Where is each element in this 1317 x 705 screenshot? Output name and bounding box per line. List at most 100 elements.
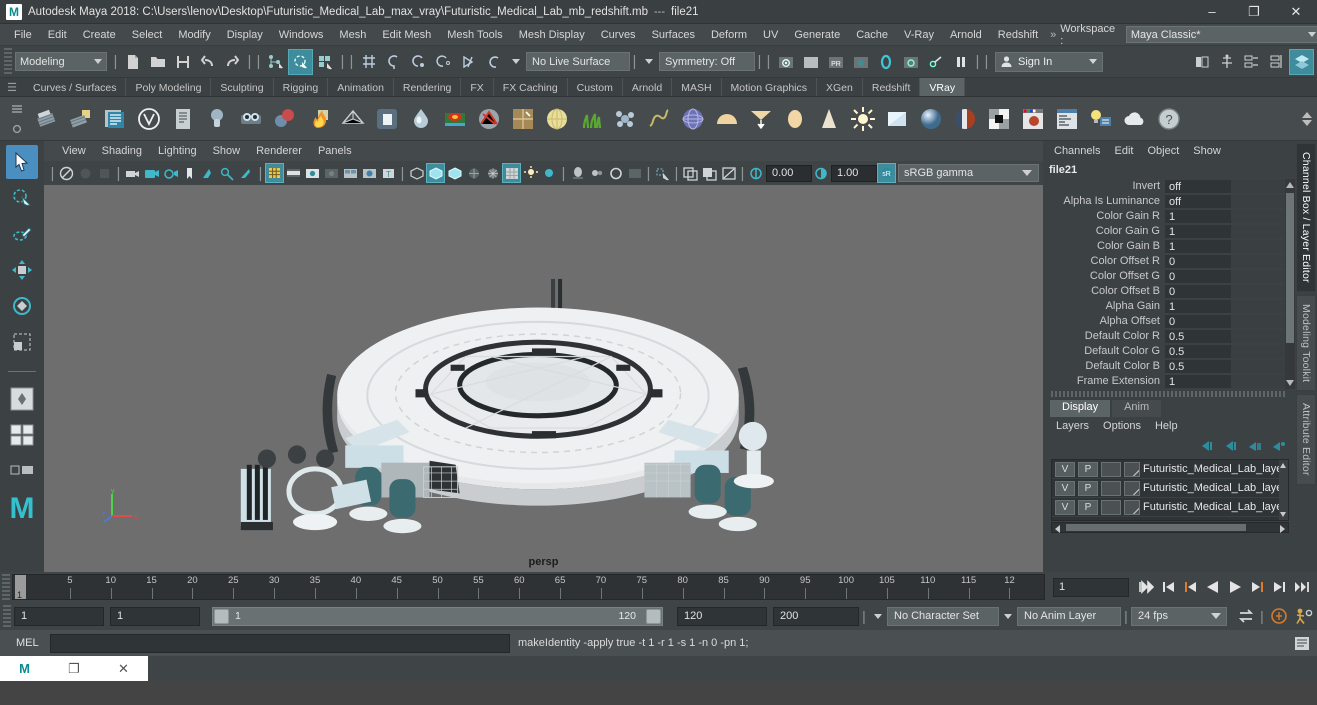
vray-material-preview-icon[interactable] [1017, 102, 1049, 136]
menu-item-mesh-display[interactable]: Mesh Display [511, 26, 593, 44]
status-line-handle[interactable] [4, 47, 12, 76]
layer-shading-toggle[interactable] [1101, 499, 1121, 515]
channel-box-menu-channels[interactable]: Channels [1047, 143, 1107, 159]
snap-projected-center-icon[interactable] [431, 49, 456, 75]
menu-item-redshift[interactable]: Redshift [990, 26, 1046, 44]
render-view-icon[interactable] [873, 49, 898, 75]
live-surface-field[interactable]: No Live Surface [526, 52, 630, 71]
channel-value[interactable]: off [1165, 179, 1231, 194]
two-sided-lighting-icon[interactable] [199, 163, 218, 183]
shelf-tab-fx-caching[interactable]: FX Caching [494, 78, 568, 96]
vray-sphere-light-icon[interactable] [541, 102, 573, 136]
new-layer-from-selected-icon[interactable] [1271, 439, 1287, 453]
vray-grass-icon[interactable] [575, 102, 607, 136]
channel-value[interactable]: off [1165, 194, 1231, 209]
render-current-frame-icon[interactable] [773, 49, 798, 75]
shelf-tab-poly-modeling[interactable]: Poly Modeling [126, 78, 212, 96]
close-taskbar-icon[interactable]: ✕ [118, 661, 129, 677]
close-button[interactable]: ✕ [1275, 0, 1317, 24]
menu-item-arnold[interactable]: Arnold [942, 26, 990, 44]
menu-set-selector[interactable]: Modeling [15, 52, 107, 71]
move-layer-up-icon[interactable] [1199, 439, 1215, 453]
camera-settings-icon[interactable] [161, 163, 180, 183]
channel-box-menu-edit[interactable]: Edit [1107, 143, 1140, 159]
render-sequence-icon[interactable] [898, 49, 923, 75]
shelf-scroll-buttons[interactable] [1299, 111, 1317, 126]
go-to-start-button[interactable] [1137, 576, 1157, 598]
window-taskbar-icon[interactable]: ❐ [68, 661, 80, 677]
vray-sun-icon[interactable] [847, 102, 879, 136]
step-forward-frame-button[interactable] [1247, 576, 1267, 598]
menu-item-display[interactable]: Display [219, 26, 271, 44]
smooth-shade-all-icon[interactable] [445, 163, 464, 183]
vray-checker-icon[interactable] [983, 102, 1015, 136]
select-component-icon[interactable] [313, 49, 338, 75]
vray-water-drop-icon[interactable] [405, 102, 437, 136]
ambient-occlusion-icon[interactable] [568, 163, 587, 183]
shelf-tab-xgen[interactable]: XGen [817, 78, 863, 96]
vray-light-hemi-icon[interactable] [711, 102, 743, 136]
auto-key-icon[interactable] [1267, 608, 1291, 624]
move-tool-button[interactable] [6, 253, 38, 287]
single-perspective-layout-icon[interactable] [6, 382, 38, 416]
wireframe-on-shaded-icon[interactable] [483, 163, 502, 183]
command-input-field[interactable] [50, 633, 510, 653]
snap-grid-icon[interactable] [356, 49, 381, 75]
flat-shade-icon[interactable] [464, 163, 483, 183]
vray-cloud-icon[interactable] [1119, 102, 1151, 136]
channel-value[interactable]: 1 [1165, 299, 1231, 314]
channel-box-scrollbar[interactable] [1285, 179, 1295, 389]
range-start-field[interactable]: 1 [110, 606, 200, 626]
gamma-field[interactable]: 1.00 [831, 164, 877, 182]
range-end-field[interactable]: 120 [677, 606, 767, 626]
chevron-down-icon[interactable] [512, 59, 520, 64]
go-to-end-button[interactable] [1291, 576, 1311, 598]
camera-attributes-icon[interactable] [123, 163, 142, 183]
animation-preferences-icon[interactable] [1291, 608, 1317, 624]
shelf-tab-arnold[interactable]: Arnold [623, 78, 673, 96]
select-camera-icon[interactable] [57, 163, 76, 183]
xray-icon[interactable] [341, 163, 360, 183]
vray-light-spot-icon[interactable] [813, 102, 845, 136]
menu-item-edit-mesh[interactable]: Edit Mesh [374, 26, 439, 44]
new-scene-icon[interactable] [120, 49, 145, 75]
viewport-menu-lighting[interactable]: Lighting [150, 143, 205, 159]
vray-camera-icon[interactable] [235, 102, 267, 136]
texture-mode-icon[interactable] [502, 163, 521, 183]
tab-attribute-editor[interactable]: Attribute Editor [1296, 394, 1316, 485]
channel-value[interactable]: 1 [1165, 224, 1231, 239]
channel-box-menu-show[interactable]: Show [1186, 143, 1228, 159]
vray-uv-icon[interactable] [507, 102, 539, 136]
layer-name[interactable]: Futuristic_Medical_Lab_layer [1143, 482, 1286, 494]
rotate-tool-button[interactable] [6, 289, 38, 323]
render-region-icon[interactable] [923, 49, 948, 75]
sidebar-toggle-icon[interactable] [1189, 49, 1214, 75]
isolate-select-icon[interactable] [625, 163, 644, 183]
menu-item-deform[interactable]: Deform [703, 26, 755, 44]
menu-item-file[interactable]: File [6, 26, 40, 44]
exposure-field[interactable]: 0.00 [766, 164, 812, 182]
layer-row[interactable]: V P Futuristic_Medical_Lab_layer [1052, 460, 1288, 479]
taskbar-window-group[interactable]: M ❐ ✕ [0, 656, 148, 681]
playback-speed-selector[interactable]: 24 fps [1131, 606, 1227, 626]
play-forwards-button[interactable] [1225, 576, 1245, 598]
vray-light-sphere-icon[interactable] [779, 102, 811, 136]
channel-value[interactable]: 0.5 [1165, 359, 1231, 374]
anim-layer-selector[interactable]: No Anim Layer [1017, 606, 1121, 626]
layer-playback-toggle[interactable]: P [1078, 461, 1098, 477]
snap-view-plane-icon[interactable] [456, 49, 481, 75]
vray-light-dome-icon[interactable] [201, 102, 233, 136]
animation-start-field[interactable]: 1 [14, 606, 104, 626]
viewport-menu-panels[interactable]: Panels [310, 143, 360, 159]
current-frame-field[interactable]: 1 [1053, 577, 1129, 597]
shelf-tab-redshift[interactable]: Redshift [863, 78, 921, 96]
open-scene-icon[interactable] [145, 49, 170, 75]
tab-anim-layers[interactable]: Anim [1111, 399, 1163, 417]
script-editor-icon[interactable] [1291, 633, 1313, 653]
tool-settings-icon[interactable] [1239, 49, 1264, 75]
undo-icon[interactable] [195, 49, 220, 75]
camera-lock-icon[interactable] [142, 163, 161, 183]
show-hide-icon[interactable] [1289, 48, 1314, 75]
menu-item-surfaces[interactable]: Surfaces [644, 26, 703, 44]
move-layer-down-icon[interactable] [1223, 439, 1239, 453]
